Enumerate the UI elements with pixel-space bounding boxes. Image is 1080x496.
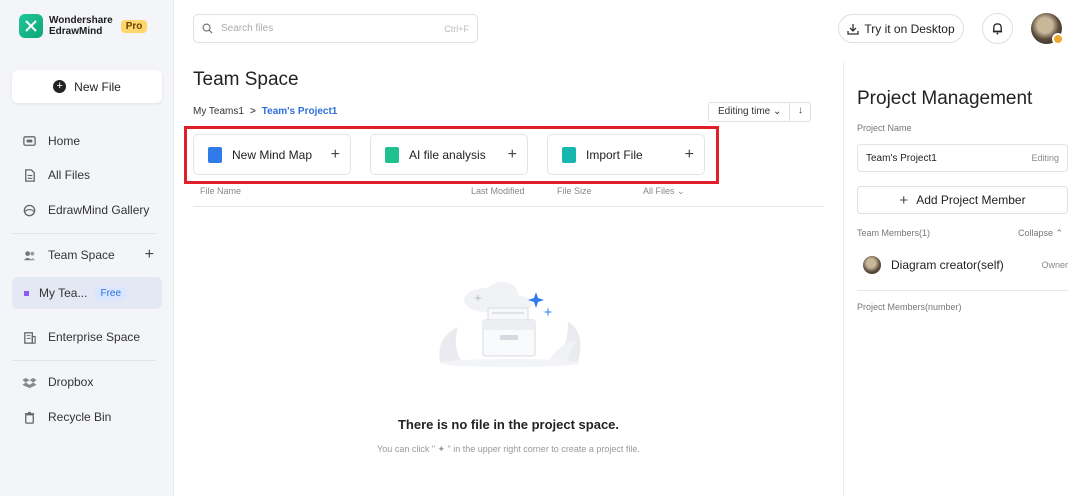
team-members-label: Team Members(1) bbox=[857, 228, 931, 238]
sidebar: Wondershare EdrawMind Pro + New File Hom… bbox=[0, 0, 174, 496]
member-avatar bbox=[863, 256, 881, 274]
panel-divider bbox=[857, 290, 1068, 291]
search-icon bbox=[202, 23, 213, 34]
app-logo[interactable]: Wondershare EdrawMind Pro bbox=[19, 14, 148, 38]
project-members-label: Project Members(number) bbox=[857, 302, 962, 312]
member-role: Owner bbox=[1041, 260, 1068, 270]
sidebar-item-all-files[interactable]: All Files bbox=[12, 159, 162, 191]
chevron-down-icon: ⌄ bbox=[677, 186, 685, 196]
pro-badge: Pro bbox=[120, 19, 148, 33]
search-placeholder: Search files bbox=[221, 23, 274, 34]
sidebar-item-my-team[interactable]: My Tea... Free bbox=[12, 277, 162, 309]
sidebar-item-dropbox[interactable]: Dropbox bbox=[12, 366, 162, 398]
ai-file-icon bbox=[385, 146, 399, 163]
import-file-icon bbox=[562, 146, 576, 163]
sidebar-item-team-space[interactable]: Team Space + bbox=[12, 239, 162, 271]
mind-map-icon bbox=[208, 146, 222, 163]
panel-title: Project Management bbox=[857, 88, 1033, 109]
search-input[interactable]: Search files Ctrl+F bbox=[193, 14, 478, 43]
free-badge: Free bbox=[95, 286, 127, 300]
new-mind-map-button[interactable]: New Mind Map + bbox=[193, 134, 351, 175]
sort-dropdown[interactable]: Editing time ⌄ bbox=[709, 103, 791, 121]
gallery-icon bbox=[23, 204, 36, 216]
plus-circle-icon: + bbox=[53, 80, 67, 93]
empty-box-illustration bbox=[439, 282, 581, 367]
column-file-size[interactable]: File Size bbox=[557, 186, 592, 196]
plus-icon: + bbox=[684, 145, 694, 163]
chevron-right-icon: > bbox=[249, 106, 256, 117]
column-file-name[interactable]: File Name bbox=[200, 186, 241, 196]
brand-name: Wondershare EdrawMind bbox=[49, 15, 113, 37]
team-color-icon bbox=[24, 290, 29, 296]
add-project-member-button[interactable]: + Add Project Member bbox=[857, 186, 1068, 214]
project-name-field[interactable]: Team's Project1 Editing bbox=[857, 144, 1068, 172]
plus-icon: + bbox=[330, 145, 340, 163]
home-icon bbox=[23, 135, 36, 146]
page-title: Team Space bbox=[193, 69, 299, 90]
project-name-value: Team's Project1 bbox=[866, 152, 937, 164]
breadcrumb: My Teams1 > Team's Project1 bbox=[193, 106, 337, 117]
sort-direction-icon[interactable]: ↓ bbox=[790, 103, 810, 121]
ai-file-analysis-button[interactable]: AI file analysis + bbox=[370, 134, 528, 175]
sidebar-item-gallery[interactable]: EdrawMind Gallery bbox=[12, 194, 162, 226]
sidebar-item-enterprise[interactable]: Enterprise Space bbox=[12, 321, 162, 353]
download-icon bbox=[847, 23, 860, 35]
chevron-up-icon: ⌃ bbox=[1055, 228, 1064, 238]
chevron-down-icon: ⌄ bbox=[773, 106, 782, 117]
table-divider bbox=[193, 206, 824, 207]
empty-state-subtitle: You can click " ✦ " in the upper right c… bbox=[377, 444, 640, 454]
add-team-icon[interactable]: + bbox=[145, 246, 154, 264]
breadcrumb-teams[interactable]: My Teams1 bbox=[193, 106, 244, 117]
collapse-button[interactable]: Collapse ⌃ bbox=[1018, 228, 1063, 239]
plus-icon: + bbox=[507, 145, 517, 163]
try-desktop-button[interactable]: Try it on Desktop bbox=[838, 14, 964, 43]
file-icon bbox=[25, 168, 35, 182]
bell-icon bbox=[992, 23, 1003, 35]
user-avatar[interactable] bbox=[1031, 13, 1064, 45]
sidebar-divider bbox=[12, 360, 156, 361]
file-filter-dropdown[interactable]: All Files ⌄ bbox=[643, 186, 685, 197]
sidebar-item-home[interactable]: Home bbox=[12, 125, 162, 157]
sort-control[interactable]: Editing time ⌄ ↓ bbox=[708, 102, 812, 122]
import-file-button[interactable]: Import File + bbox=[547, 134, 705, 175]
project-status: Editing bbox=[1031, 153, 1059, 163]
project-name-label: Project Name bbox=[857, 123, 912, 133]
building-icon bbox=[24, 331, 36, 344]
search-shortcut: Ctrl+F bbox=[444, 23, 469, 34]
team-icon bbox=[23, 250, 36, 260]
empty-state-title: There is no file in the project space. bbox=[397, 417, 620, 432]
breadcrumb-project[interactable]: Team's Project1 bbox=[262, 106, 338, 117]
dropbox-icon bbox=[22, 377, 37, 388]
sidebar-item-recycle-bin[interactable]: Recycle Bin bbox=[12, 401, 162, 433]
member-row[interactable]: Diagram creator(self) Owner bbox=[863, 255, 1068, 275]
sidebar-divider bbox=[12, 233, 156, 234]
member-name: Diagram creator(self) bbox=[891, 258, 1004, 272]
column-last-modified[interactable]: Last Modified bbox=[471, 186, 525, 196]
pro-status-icon bbox=[1052, 33, 1064, 45]
edrawmind-logo-icon bbox=[19, 14, 43, 38]
plus-icon: + bbox=[899, 191, 909, 209]
trash-icon bbox=[24, 411, 35, 424]
new-file-button[interactable]: + New File bbox=[12, 70, 162, 103]
notifications-button[interactable] bbox=[982, 13, 1013, 44]
